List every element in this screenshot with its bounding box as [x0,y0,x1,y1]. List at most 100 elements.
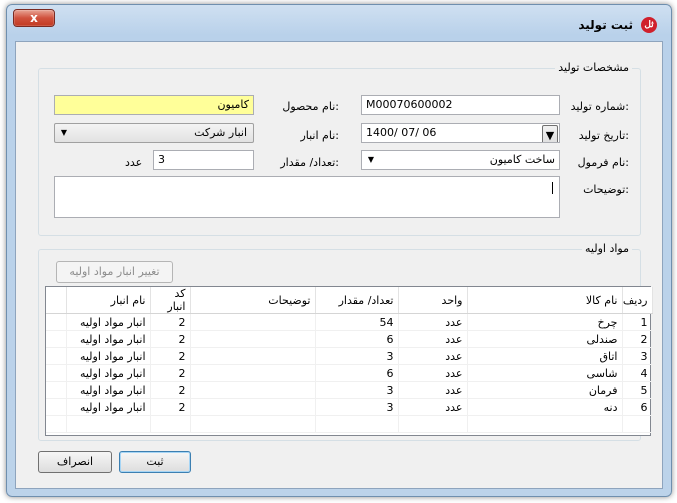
row-wh-code: 2 [150,347,191,365]
row-wh-code: 2 [150,381,191,399]
column-header-unit[interactable]: واحد [398,287,468,314]
product-name-label: نام محصول: [282,100,339,113]
quantity-value: 3 [158,153,165,166]
app-logo-icon: ثل [641,17,657,33]
column-header-qty[interactable]: تعداد/ مقدار [315,287,399,314]
row-unit: عدد [398,398,468,416]
row-unit: عدد [398,347,468,365]
row-unit: عدد [398,381,468,399]
row-index: 5 [622,381,653,399]
row-filler [46,330,67,348]
row-wh-name: انبار مواد اولیه [66,381,151,399]
row-empty-cell [46,415,67,433]
row-item: دنه [467,398,623,416]
row-wh-name: انبار مواد اولیه [66,347,151,365]
row-empty-cell [190,415,316,433]
row-unit: عدد [398,364,468,382]
change-warehouse-button[interactable]: تغییر انبار مواد اولیه [56,261,173,283]
row-qty: 54 [315,313,399,331]
title-bar[interactable]: ثل ثبت تولید x [7,5,671,41]
row-desc [190,330,316,348]
row-wh-name: انبار مواد اولیه [66,364,151,382]
production-date-picker[interactable]: 1400/ 07/ 06 ▼ [361,123,560,143]
submit-button[interactable]: ثبت [119,451,191,473]
production-date-label: تاریخ تولید: [578,129,629,142]
column-header-desc[interactable]: توضیحات [190,287,316,314]
warehouse-label: نام انبار: [300,129,339,142]
row-filler [46,398,67,416]
production-details-title: مشخصات تولید [555,61,632,74]
product-name-field[interactable]: کامیون [54,95,254,115]
row-unit: عدد [398,313,468,331]
row-index: 1 [622,313,653,331]
row-filler [46,364,67,382]
row-wh-code: 2 [150,330,191,348]
warehouse-value: انبار شرکت [194,126,247,139]
warehouse-dropdown-icon[interactable]: ▼ [56,125,72,141]
table-row[interactable]: 5 فرمان عدد 3 2 انبار مواد اولیه [46,381,653,399]
row-empty-cell [467,415,623,433]
column-header-filler [46,287,67,314]
close-button[interactable]: x [13,9,55,27]
description-textarea[interactable] [54,176,560,218]
quantity-field[interactable]: 3 [153,150,254,170]
cancel-button[interactable]: انصراف [38,451,112,473]
row-item: فرمان [467,381,623,399]
materials-table-grid: ردیف نام کالا واحد تعداد/ مقدار توضیحات … [46,287,653,433]
row-index: 2 [622,330,653,348]
production-number-value: M00070600002 [366,98,453,111]
row-qty: 3 [315,381,399,399]
row-filler [46,381,67,399]
product-name-value: کامیون [217,98,249,111]
row-qty: 6 [315,364,399,382]
row-empty-cell [150,415,191,433]
materials-title: مواد اولیه [582,242,632,255]
quantity-label: تعداد/ مقدار: [280,156,339,169]
row-qty: 6 [315,330,399,348]
production-date-value: 1400/ 07/ 06 [366,126,437,139]
table-row-empty[interactable] [46,415,653,433]
row-index: 6 [622,398,653,416]
column-header-item[interactable]: نام کالا [467,287,623,314]
row-item: صندلی [467,330,623,348]
table-row[interactable]: 6 دنه عدد 3 2 انبار مواد اولیه [46,398,653,416]
row-wh-code: 2 [150,364,191,382]
warehouse-select[interactable]: انبار شرکت ▼ [54,123,254,143]
row-index: 4 [622,364,653,382]
row-desc [190,381,316,399]
table-row[interactable]: 2 صندلی عدد 6 2 انبار مواد اولیه [46,330,653,348]
row-unit: عدد [398,330,468,348]
table-row[interactable]: 1 چرخ عدد 54 2 انبار مواد اولیه [46,313,653,331]
formula-select[interactable]: ساخت کامیون ▼ [361,150,560,170]
window-title: ثبت تولید [578,18,633,32]
row-filler [46,347,67,365]
row-desc [190,313,316,331]
formula-value: ساخت کامیون [489,153,555,166]
row-desc [190,347,316,365]
row-wh-name: انبار مواد اولیه [66,330,151,348]
row-qty: 3 [315,398,399,416]
column-header-index[interactable]: ردیف [622,287,653,314]
row-qty: 3 [315,347,399,365]
column-header-wh-name[interactable]: نام انبار [66,287,151,314]
dialog-body: مشخصات تولید شماره تولید: M00070600002 ن… [15,41,663,489]
column-header-wh-code[interactable]: کد انبار [150,287,191,314]
quantity-unit-label: عدد [125,156,143,169]
row-item: چرخ [467,313,623,331]
formula-dropdown-icon[interactable]: ▼ [363,152,379,168]
row-empty-cell [398,415,468,433]
production-number-field[interactable]: M00070600002 [361,95,560,115]
row-empty-cell [66,415,151,433]
row-filler [46,313,67,331]
materials-table[interactable]: ردیف نام کالا واحد تعداد/ مقدار توضیحات … [45,286,653,436]
row-empty-cell [622,415,653,433]
table-row[interactable]: 4 شاسی عدد 6 2 انبار مواد اولیه [46,364,653,382]
row-wh-code: 2 [150,313,191,331]
date-dropdown-icon[interactable]: ▼ [542,125,558,142]
production-window: ثل ثبت تولید x مشخصات تولید شماره تولید:… [6,4,672,497]
table-row[interactable]: 3 اتاق عدد 3 2 انبار مواد اولیه [46,347,653,365]
row-wh-code: 2 [150,398,191,416]
row-index: 3 [622,347,653,365]
table-header-row: ردیف نام کالا واحد تعداد/ مقدار توضیحات … [46,287,653,314]
row-wh-name: انبار مواد اولیه [66,313,151,331]
